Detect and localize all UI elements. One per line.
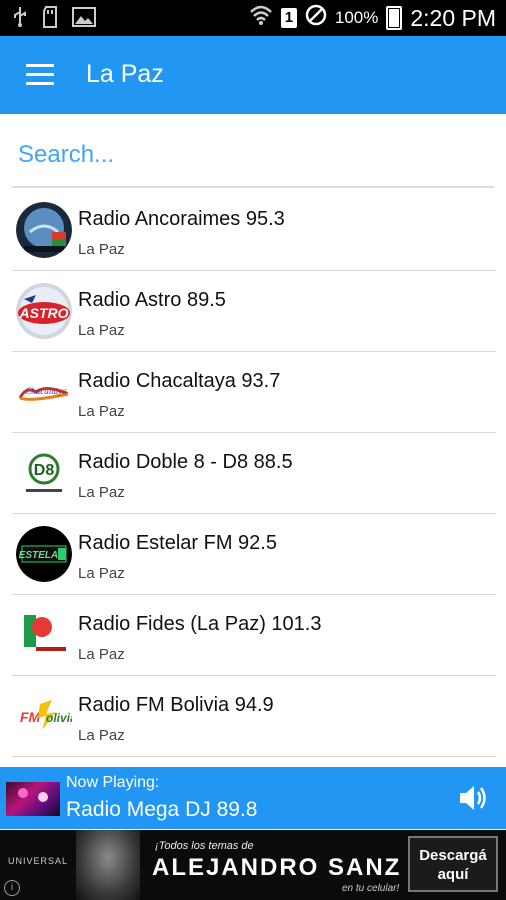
now-playing-thumbnail [6,782,60,816]
status-bar: 1 100% 2:20 PM [0,0,506,36]
ad-headline: ALEJANDRO SANZ [152,854,402,881]
ad-banner[interactable]: UNIVERSAL ¡Todos los temas de ALEJANDRO … [0,830,506,900]
ad-cta-line2: aquí [437,866,469,883]
station-name: Radio Fides (La Paz) 101.3 [78,613,322,635]
station-name: Radio FM Bolivia 94.9 [78,694,274,716]
volume-icon[interactable] [456,781,490,815]
station-logo [16,607,72,663]
list-item[interactable]: ASTRO Radio Astro 89.5 La Paz [12,271,496,352]
station-city: La Paz [78,646,125,663]
station-logo: ASTRO [16,283,72,339]
station-logo: D8 [16,445,72,501]
station-city: La Paz [78,484,125,501]
ad-cta-line1: Descargá [419,847,487,864]
station-city: La Paz [78,403,125,420]
station-logo: FM olivia [16,688,72,744]
usb-icon [12,6,28,34]
now-playing-bar[interactable]: Now Playing: Radio Mega DJ 89.8 [0,767,506,829]
ad-brand-logo: UNIVERSAL [8,856,69,866]
station-logo [16,202,72,258]
list-item[interactable]: ESTELAR Radio Estelar FM 92.5 La Paz [12,514,496,595]
station-name: Radio Doble 8 - D8 88.5 [78,451,293,473]
do-not-disturb-icon [305,4,327,32]
page-title: La Paz [86,60,164,88]
list-item[interactable]: FM olivia Radio FM Bolivia 94.9 La Paz [12,676,496,757]
clock: 2:20 PM [410,4,496,31]
svg-text:olivia: olivia [46,711,72,725]
station-city: La Paz [78,241,125,258]
list-item[interactable]: Radio Ancoraimes 95.3 La Paz [12,190,496,271]
station-list: Radio Ancoraimes 95.3 La Paz ASTRO Radio… [12,190,496,757]
search-input[interactable] [12,124,502,186]
svg-text:Chacaltaya: Chacaltaya [25,386,67,396]
info-icon[interactable]: i [4,880,20,896]
ad-headline-bottom: en tu celular! [342,883,400,894]
station-logo: ESTELAR [16,526,72,582]
now-playing-label: Now Playing: [66,774,160,791]
search-bar [12,124,502,188]
station-name: Radio Chacaltaya 93.7 [78,370,281,392]
station-name: Radio Estelar FM 92.5 [78,532,277,554]
wifi-icon [249,4,273,32]
ad-download-button[interactable]: Descargá aquí [408,836,498,892]
svg-text:FM: FM [20,709,41,725]
list-item[interactable]: Chacaltaya Radio Chacaltaya 93.7 La Paz [12,352,496,433]
app-bar: La Paz [0,36,506,114]
ad-headline-top: ¡Todos los temas de [155,840,254,852]
station-name: Radio Astro 89.5 [78,289,226,311]
station-logo: Chacaltaya [16,364,72,420]
battery-percent: 100% [334,8,379,27]
station-city: La Paz [78,565,125,582]
sd-card-icon [42,6,58,34]
station-city: La Paz [78,727,125,744]
svg-text:ASTRO: ASTRO [19,305,69,321]
station-city: La Paz [78,322,125,339]
sim-icon: 1 [280,8,297,28]
now-playing-title: Radio Mega DJ 89.8 [66,798,258,821]
list-item[interactable]: Radio Fides (La Paz) 101.3 La Paz [12,595,496,676]
station-name: Radio Ancoraimes 95.3 [78,208,285,230]
battery-icon [386,6,403,30]
ad-portrait [76,830,140,900]
image-icon [72,7,96,33]
svg-text:D8: D8 [34,462,55,479]
list-item[interactable]: D8 Radio Doble 8 - D8 88.5 La Paz [12,433,496,514]
menu-icon[interactable] [26,64,54,86]
